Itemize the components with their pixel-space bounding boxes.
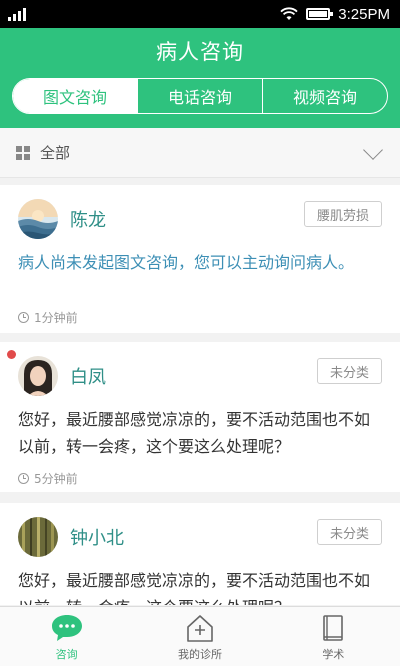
patient-name: 钟小北	[70, 528, 124, 549]
avatar	[18, 356, 58, 396]
message-preview: 您好，最近腰部感觉凉凉的，要不活动范围也不如以前，转一会疼，这个要这么处理呢？	[18, 410, 371, 456]
nav-consult[interactable]: 咨询	[0, 607, 133, 666]
page-title: 病人咨询	[156, 40, 244, 64]
tab-phone-consult[interactable]: 电话咨询	[138, 79, 263, 113]
nav-my-clinic[interactable]: 我的诊所	[133, 607, 266, 666]
filter-dropdown[interactable]: 全部	[0, 128, 400, 178]
timestamp: 1分钟前	[18, 309, 78, 326]
chevron-down-icon	[363, 139, 383, 160]
patient-name: 陈龙	[70, 210, 106, 231]
timestamp: 5分钟前	[18, 470, 78, 487]
message-preview: 病人尚未发起图文咨询，您可以主动询问病人。	[18, 253, 355, 272]
avatar	[18, 199, 58, 239]
nav-label: 咨询	[55, 647, 78, 661]
diagnosis-tag: 腰肌劳损	[303, 201, 382, 227]
unread-dot	[7, 350, 16, 359]
bottom-nav: 咨询 我的诊所 学术	[0, 606, 400, 666]
chat-bubble-icon	[50, 612, 84, 644]
message-preview: 您好，最近腰部感觉凉凉的，要不活动范围也不如以前，转一会疼，这个要这么处理呢？	[18, 571, 371, 605]
header: 病人咨询 图文咨询 电话咨询 视频咨询	[0, 28, 400, 128]
patient-name: 白凤	[70, 367, 106, 388]
status-time: 3:25PM	[338, 5, 390, 23]
tab-text-consult[interactable]: 图文咨询	[13, 79, 138, 113]
grid-icon	[16, 145, 30, 160]
signal-icon	[8, 7, 26, 21]
nav-academic[interactable]: 学术	[267, 607, 400, 666]
battery-icon	[306, 8, 334, 20]
nav-label: 我的诊所	[177, 647, 222, 661]
wifi-icon	[280, 7, 298, 20]
filter-label: 全部	[40, 144, 71, 162]
avatar	[18, 517, 58, 557]
clinic-house-icon	[184, 612, 216, 644]
consultation-card[interactable]: 白凤 未分类 您好，最近腰部感觉凉凉的，要不活动范围也不如以前，转一会疼，这个要…	[0, 342, 400, 492]
diagnosis-tag: 未分类	[316, 519, 382, 545]
tab-video-consult[interactable]: 视频咨询	[263, 79, 387, 113]
book-icon	[319, 612, 347, 644]
diagnosis-tag: 未分类	[316, 358, 382, 384]
consultation-list: 陈龙 腰肌劳损 病人尚未发起图文咨询，您可以主动询问病人。 1分钟前 白凤 未分…	[0, 185, 400, 605]
clock-icon	[18, 473, 29, 484]
nav-label: 学术	[322, 647, 345, 661]
consultation-card[interactable]: 钟小北 未分类 您好，最近腰部感觉凉凉的，要不活动范围也不如以前，转一会疼，这个…	[0, 503, 400, 605]
consult-type-tabs: 图文咨询 电话咨询 视频咨询	[12, 78, 388, 114]
consultation-card[interactable]: 陈龙 腰肌劳损 病人尚未发起图文咨询，您可以主动询问病人。 1分钟前	[0, 185, 400, 333]
clock-icon	[18, 312, 29, 323]
status-bar: 3:25PM	[0, 0, 400, 28]
